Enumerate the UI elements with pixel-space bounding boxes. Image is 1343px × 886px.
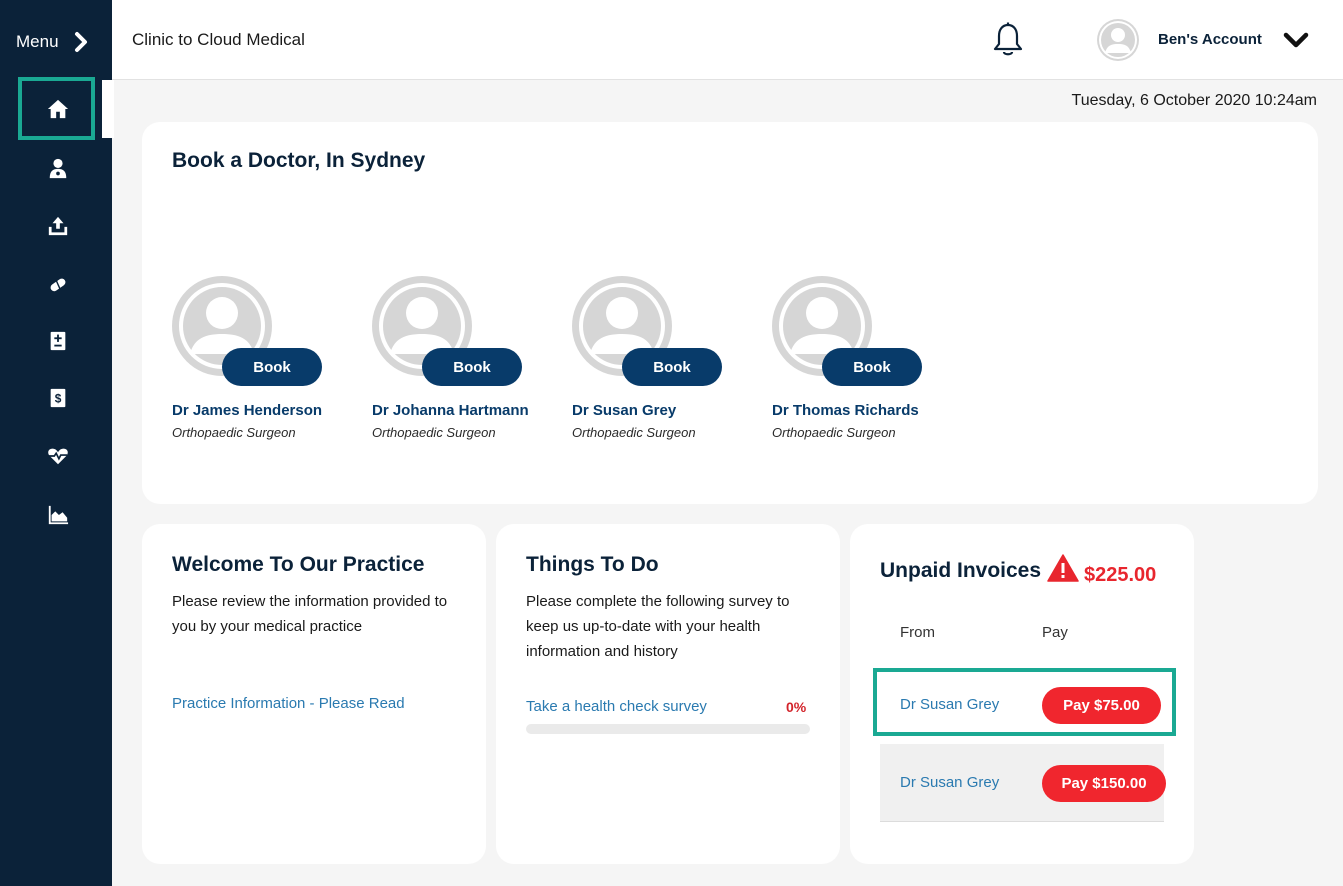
invoice-row-highlight	[873, 668, 1176, 736]
menu-label: Menu	[16, 32, 59, 51]
todo-body: Please complete the following survey to …	[526, 593, 790, 660]
invoice-dollar-icon: $	[50, 388, 65, 408]
menu-toggle[interactable]: Menu	[16, 30, 96, 54]
account-avatar[interactable]	[1097, 19, 1139, 61]
nav-item-home[interactable]	[20, 84, 95, 134]
nav-item-upload[interactable]	[20, 201, 95, 251]
doctor-name[interactable]: Dr Susan Grey	[572, 402, 676, 419]
nav-active-indicator	[102, 80, 114, 138]
top-header: Clinic to Cloud Medical Ben's Account	[112, 0, 1343, 80]
doctor-name[interactable]: Dr Thomas Richards	[772, 402, 919, 419]
book-doctor-title: Book a Doctor, In Sydney	[172, 149, 426, 172]
book-button[interactable]: Book	[222, 348, 322, 386]
user-icon	[1099, 21, 1137, 59]
doctor-specialty: Orthopaedic Surgeon	[372, 425, 496, 440]
health-survey-link[interactable]: Take a health check survey	[526, 698, 707, 715]
bell-icon[interactable]	[992, 22, 1024, 58]
chevron-right-icon	[74, 32, 87, 52]
book-button[interactable]: Book	[422, 348, 522, 386]
column-header-pay: Pay	[1042, 624, 1068, 641]
heartbeat-icon	[47, 448, 68, 465]
practice-info-link[interactable]: Practice Information - Please Read	[172, 695, 405, 712]
doctor-icon	[49, 158, 66, 179]
book-button[interactable]: Book	[622, 348, 722, 386]
welcome-title: Welcome To Our Practice	[172, 553, 425, 576]
book-doctor-card: Book a Doctor, In Sydney Book Dr James H…	[142, 122, 1318, 504]
survey-progress-label: 0%	[786, 699, 807, 715]
invoices-title: Unpaid Invoices	[880, 559, 1042, 582]
sidebar: Menu $	[0, 0, 114, 886]
doctor-name[interactable]: Dr Johanna Hartmann	[372, 402, 529, 419]
welcome-body: Please review the information provided t…	[172, 593, 448, 635]
doctor-name[interactable]: Dr James Henderson	[172, 402, 322, 419]
welcome-card: Welcome To Our Practice Please review th…	[142, 524, 486, 864]
medical-record-icon	[50, 331, 65, 351]
nav-item-medications[interactable]	[20, 259, 95, 309]
book-button[interactable]: Book	[822, 348, 922, 386]
doctor-specialty: Orthopaedic Surgeon	[172, 425, 296, 440]
current-datetime: Tuesday, 6 October 2020 10:24am	[1071, 92, 1317, 109]
svg-text:$: $	[54, 392, 61, 406]
invoice-from-link[interactable]: Dr Susan Grey	[900, 774, 999, 791]
todo-title: Things To Do	[526, 553, 659, 576]
app-title: Clinic to Cloud Medical	[132, 30, 305, 49]
doctor-specialty: Orthopaedic Surgeon	[572, 425, 696, 440]
nav-item-records[interactable]	[20, 316, 95, 366]
warning-icon	[1047, 554, 1079, 582]
nav-item-reports[interactable]	[20, 490, 95, 540]
survey-progress-bar	[526, 724, 810, 734]
pills-icon	[50, 278, 65, 292]
invoice-row: Dr Susan Grey Pay $150.00	[880, 744, 1166, 822]
pay-button[interactable]: Pay $150.00	[1042, 765, 1166, 802]
upload-icon	[48, 216, 67, 236]
invoice-total: $225.00	[1084, 564, 1157, 586]
doctor-specialty: Orthopaedic Surgeon	[772, 425, 896, 440]
chevron-down-icon[interactable]	[1282, 30, 1310, 50]
nav-item-health[interactable]	[20, 431, 95, 481]
nav-item-doctors[interactable]	[20, 143, 95, 193]
things-to-do-card: Things To Do Please complete the followi…	[496, 524, 840, 864]
nav-item-invoices[interactable]: $	[20, 373, 95, 423]
column-header-from: From	[900, 624, 935, 641]
area-chart-icon	[48, 505, 68, 525]
home-icon	[47, 99, 68, 119]
account-name[interactable]: Ben's Account	[1158, 31, 1262, 48]
unpaid-invoices-card: Unpaid Invoices $225.00 From Pay Dr Susa…	[850, 524, 1194, 864]
